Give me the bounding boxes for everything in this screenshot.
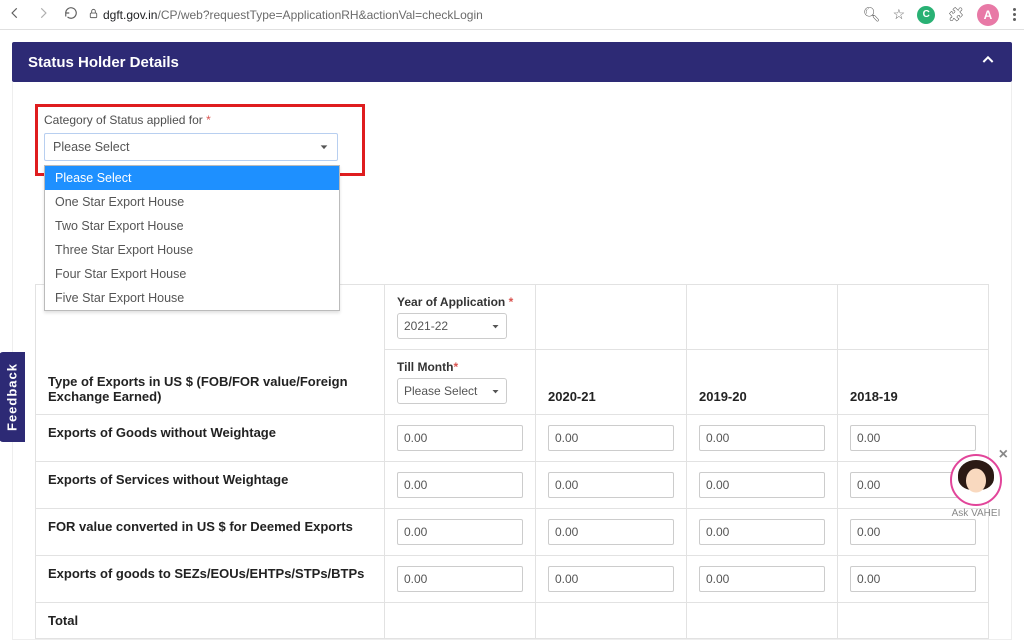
forward-icon[interactable] [36, 6, 50, 23]
chevron-up-icon[interactable] [980, 52, 996, 72]
value-input[interactable] [397, 519, 523, 545]
chrome-toolbar: dgft.gov.in/CP/web?requestType=Applicati… [0, 0, 1024, 30]
row-label: Total [36, 603, 385, 639]
table-row: FOR value converted in US $ for Deemed E… [36, 509, 989, 556]
row-label: Exports of goods to SEZs/EOUs/EHTPs/STPs… [36, 556, 385, 603]
table-row: Exports of Goods without Weightage [36, 415, 989, 462]
year-header-2: 2019-20 [699, 389, 747, 404]
value-input[interactable] [699, 472, 825, 498]
url-host: dgft.gov.in [103, 8, 157, 22]
lock-icon [88, 8, 99, 22]
category-option[interactable]: Four Star Export House [45, 262, 339, 286]
required-icon: * [206, 113, 211, 127]
year-header-3: 2018-19 [850, 389, 898, 404]
year-of-application-label: Year of Application * [397, 295, 523, 309]
table-row: Total [36, 603, 989, 639]
value-input[interactable] [548, 566, 674, 592]
bookmark-icon[interactable]: ☆ [893, 6, 906, 23]
profile-avatar[interactable]: A [977, 4, 999, 26]
value-input[interactable] [397, 566, 523, 592]
till-month-select[interactable]: Please Select [397, 378, 507, 404]
category-option[interactable]: Two Star Export House [45, 214, 339, 238]
till-month-label: Till Month* [397, 360, 523, 374]
value-input[interactable] [397, 472, 523, 498]
category-select[interactable]: Please Select [44, 133, 338, 161]
row-label: Exports of Services without Weightage [36, 462, 385, 509]
year-header-1: 2020-21 [548, 389, 596, 404]
kebab-menu-icon[interactable] [1013, 8, 1016, 21]
address-bar[interactable]: dgft.gov.in/CP/web?requestType=Applicati… [88, 8, 483, 22]
vahei-avatar-icon[interactable] [950, 454, 1002, 506]
category-option[interactable]: Please Select [45, 166, 339, 190]
close-icon[interactable]: × [999, 446, 1008, 464]
value-input[interactable] [699, 519, 825, 545]
value-input[interactable] [850, 566, 976, 592]
category-option[interactable]: One Star Export House [45, 190, 339, 214]
url-path: /CP/web?requestType=ApplicationRH&action… [157, 8, 482, 22]
value-input[interactable] [850, 425, 976, 451]
row-label: FOR value converted in US $ for Deemed E… [36, 509, 385, 556]
panel-title: Status Holder Details [28, 54, 179, 71]
category-select-value: Please Select [53, 140, 129, 154]
value-input[interactable] [699, 566, 825, 592]
type-exports-header: Type of Exports in US $ (FOB/FOR value/F… [48, 374, 348, 404]
value-input[interactable] [548, 425, 674, 451]
back-icon[interactable] [8, 6, 22, 23]
exports-table: Type of Exports in US $ (FOB/FOR value/F… [35, 284, 989, 639]
zoom-icon[interactable]: 🔍︎ [863, 6, 881, 23]
chevron-down-icon [491, 322, 500, 331]
panel-header[interactable]: Status Holder Details [12, 42, 1012, 82]
extension-badge[interactable]: C [917, 6, 935, 24]
year-of-application-select[interactable]: 2021-22 [397, 313, 507, 339]
reload-icon[interactable] [64, 6, 78, 23]
chevron-down-icon [491, 387, 500, 396]
panel-body: Category of Status applied for * Please … [12, 82, 1012, 640]
table-row: Exports of Services without Weightage [36, 462, 989, 509]
row-label: Exports of Goods without Weightage [36, 415, 385, 462]
value-input[interactable] [850, 519, 976, 545]
category-label: Category of Status applied for * [42, 113, 352, 127]
value-input[interactable] [699, 425, 825, 451]
category-of-status-block: Category of Status applied for * Please … [35, 104, 365, 176]
feedback-tab[interactable]: Feedback [0, 352, 25, 442]
chevron-down-icon [319, 142, 329, 152]
ask-vahei-widget[interactable]: × Ask VAHEI [950, 454, 1002, 519]
value-input[interactable] [548, 519, 674, 545]
extensions-icon[interactable]: 🧩︎ [947, 6, 965, 23]
category-option[interactable]: Three Star Export House [45, 238, 339, 262]
value-input[interactable] [397, 425, 523, 451]
category-option[interactable]: Five Star Export House [45, 286, 339, 310]
value-input[interactable] [548, 472, 674, 498]
category-dropdown: Please SelectOne Star Export HouseTwo St… [44, 165, 340, 311]
vahei-label: Ask VAHEI [950, 508, 1002, 519]
table-row: Exports of goods to SEZs/EOUs/EHTPs/STPs… [36, 556, 989, 603]
